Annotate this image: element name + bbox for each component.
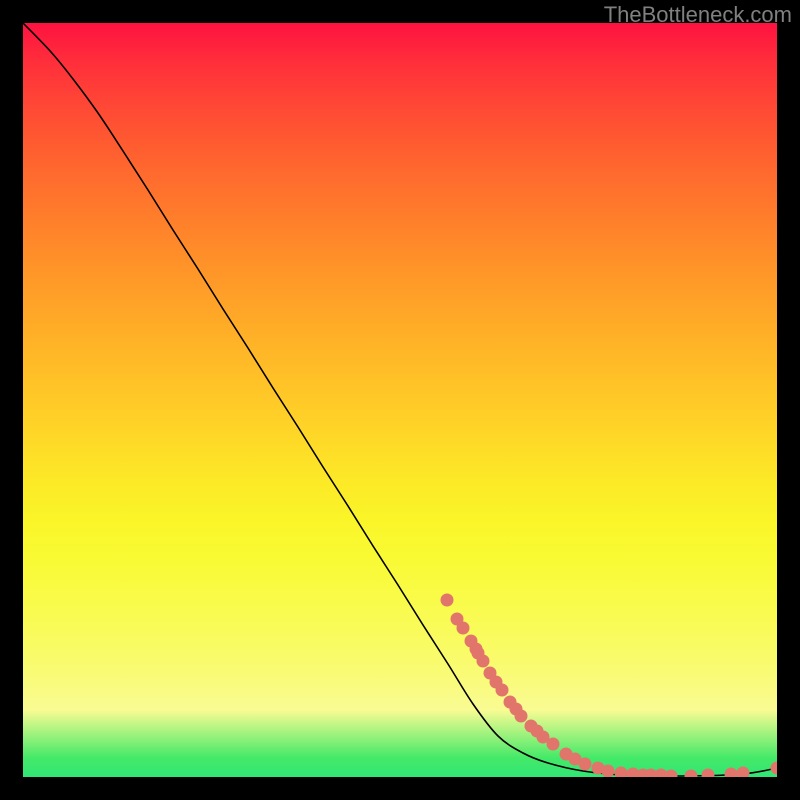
data-point <box>510 703 523 716</box>
data-point <box>615 767 628 778</box>
data-point <box>531 725 544 738</box>
data-point <box>737 767 750 778</box>
data-point <box>569 753 582 766</box>
data-point <box>685 770 698 778</box>
watermark-text: TheBottleneck.com <box>604 2 792 28</box>
data-point <box>515 710 528 723</box>
data-point <box>477 655 490 668</box>
data-point <box>490 676 503 689</box>
data-point <box>665 770 678 778</box>
data-point <box>496 684 509 697</box>
data-point <box>702 769 715 778</box>
data-point <box>472 647 485 660</box>
data-point <box>725 768 738 778</box>
data-point <box>579 758 592 771</box>
fit-curve <box>23 23 777 776</box>
data-point <box>637 769 650 778</box>
plot-area <box>23 23 777 777</box>
data-point <box>655 769 668 778</box>
data-point <box>465 635 478 648</box>
data-point <box>560 748 573 761</box>
data-point <box>451 613 464 626</box>
data-point <box>602 765 615 778</box>
data-point <box>441 594 454 607</box>
data-point <box>771 762 778 775</box>
data-point <box>645 769 658 778</box>
data-point <box>537 731 550 744</box>
data-point <box>470 643 483 656</box>
data-point <box>484 667 497 680</box>
data-point <box>504 696 517 709</box>
data-point <box>592 762 605 775</box>
curve-svg <box>23 23 777 777</box>
data-point <box>457 622 470 635</box>
chart-container: TheBottleneck.com <box>0 0 800 800</box>
data-point <box>627 768 640 778</box>
data-dots-group <box>441 594 778 778</box>
data-point <box>525 720 538 733</box>
data-point <box>547 738 560 751</box>
